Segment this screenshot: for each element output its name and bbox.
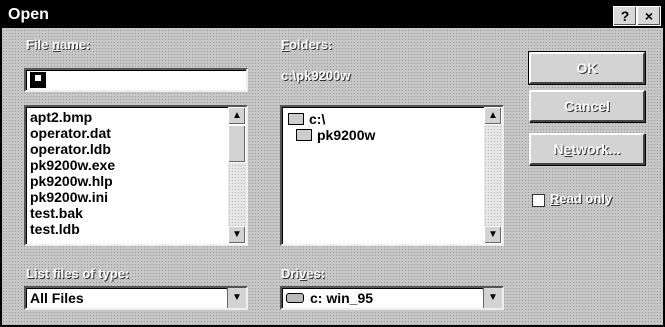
ok-button[interactable]: OK xyxy=(529,52,645,84)
folder-tree-scrollbar[interactable]: ▲ ▼ xyxy=(484,107,502,244)
scroll-up-icon[interactable]: ▲ xyxy=(228,107,246,125)
cancel-button[interactable]: Cancel xyxy=(529,90,645,122)
hard-drive-icon xyxy=(286,293,304,303)
scroll-down-icon[interactable]: ▼ xyxy=(228,226,246,244)
file-list-item[interactable]: pk9200w.exe xyxy=(26,157,228,173)
file-list-item[interactable]: test.bak xyxy=(26,205,228,221)
file-list-item[interactable]: pk9200w.hlp xyxy=(26,173,228,189)
file-list-item[interactable]: operator.ldb xyxy=(26,141,228,157)
file-list-item[interactable]: pk9200w.ini xyxy=(26,189,228,205)
drives-select[interactable]: c: win_95 ▼ xyxy=(280,286,504,310)
file-list-item[interactable]: test.ldb xyxy=(26,221,228,237)
current-path: c:\pk9200w xyxy=(281,68,351,83)
file-name-label: File name: xyxy=(26,37,91,52)
open-folder-icon xyxy=(288,113,304,125)
scroll-up-icon[interactable]: ▲ xyxy=(484,107,502,125)
file-name-input[interactable] xyxy=(24,68,248,92)
dropdown-arrow-icon[interactable]: ▼ xyxy=(483,288,502,308)
file-type-label: List files of type: xyxy=(26,266,130,281)
file-type-select[interactable]: All Files ▼ xyxy=(24,286,248,310)
file-list-item[interactable]: apt2.bmp xyxy=(26,109,228,125)
scroll-down-icon[interactable]: ▼ xyxy=(484,226,502,244)
folder-tree[interactable]: c:\ pk9200w ▲ ▼ xyxy=(280,105,504,246)
folders-label: Folders: xyxy=(281,37,333,52)
read-only-checkbox[interactable] xyxy=(532,194,545,207)
close-button[interactable]: × xyxy=(637,6,661,26)
open-folder-icon xyxy=(296,129,312,141)
read-only-label: Read only xyxy=(550,191,613,206)
network-button[interactable]: Network... xyxy=(529,133,645,165)
dialog-title: Open xyxy=(8,6,49,23)
file-list-item[interactable]: operator.dat xyxy=(26,125,228,141)
folder-item[interactable]: c:\ xyxy=(282,111,484,127)
help-button[interactable]: ? xyxy=(613,6,637,26)
file-list-scrollbar[interactable]: ▲ ▼ xyxy=(228,107,246,244)
file-list[interactable]: apt2.bmp operator.dat operator.ldb pk9200w.… xyxy=(24,105,248,246)
dropdown-arrow-icon[interactable]: ▼ xyxy=(227,288,246,308)
title-bar: Open ? × xyxy=(2,2,663,28)
text-cursor-icon xyxy=(30,72,46,88)
open-dialog: Open ? × File name: apt2.bmp operator.dat… xyxy=(0,0,665,327)
scroll-thumb[interactable] xyxy=(228,125,246,163)
drives-label: Drives: xyxy=(281,266,326,281)
folder-item[interactable]: pk9200w xyxy=(282,127,484,143)
